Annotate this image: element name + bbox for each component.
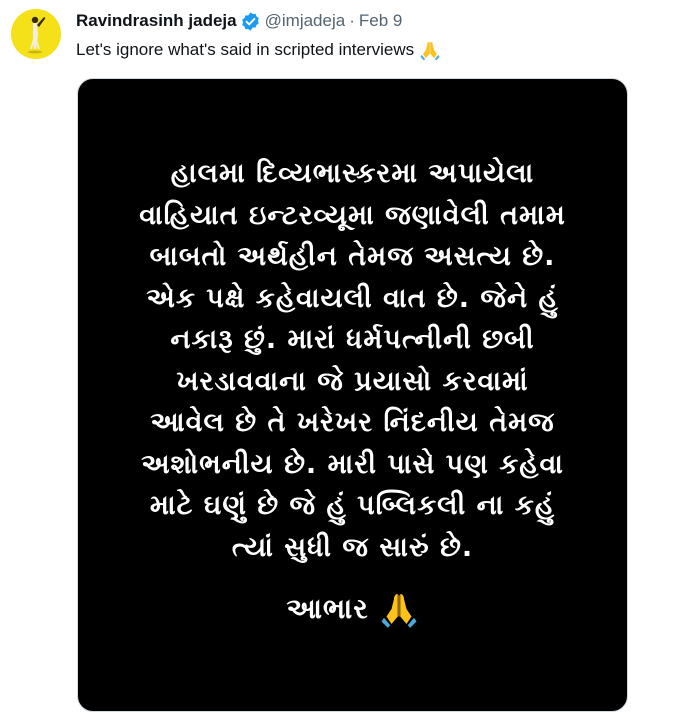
- image-text-line: એક પક્ષે કહેવાયલી વાત છે. જેને હું: [146, 282, 559, 314]
- image-text-line: બાબતો અર્થહીન તેમજ અસત્ય છે.: [149, 241, 556, 272]
- display-name[interactable]: Ravindrasinh jadeja: [76, 9, 237, 33]
- image-thanks: આભાર: [78, 589, 627, 629]
- pray-emoji-icon: [419, 39, 441, 61]
- image-text-line: ખરડાવવાના જે પ્રયાસો કરવામાં: [176, 365, 529, 397]
- image-text-line: આવેલ છે તે ખરેખર નિંદનીય તેમજ: [150, 407, 555, 438]
- image-text-line: હાલમા દિવ્યભાસ્કરમા અપાયેલા: [170, 158, 535, 189]
- tweet-text: Let's ignore what's said in scripted int…: [76, 37, 441, 63]
- separator-dot: ·: [349, 11, 355, 30]
- pray-emoji-icon: [379, 589, 419, 629]
- user-handle[interactable]: @imjadeja: [265, 9, 346, 33]
- image-text-line: માટે ઘણું છે જે હું પબ્લિકલી ના કહું: [149, 490, 556, 521]
- image-text-line: ત્યાં સુધી જ સારું છે.: [231, 531, 474, 563]
- avatar-icon: [11, 9, 61, 59]
- tweet-image[interactable]: હાલમા દિવ્યભાસ્કરમા અપાયેલા વાહિયાત ઇન્ટ…: [77, 78, 628, 712]
- avatar[interactable]: [11, 9, 61, 59]
- verified-badge-icon[interactable]: [240, 11, 261, 32]
- image-text-line: વાહિયાત ઇન્ટરવ્યૂમા જણાવેલી તમામ: [139, 199, 566, 231]
- tweet-header: Ravindrasinh jadeja @imjadeja · Feb 9: [76, 9, 402, 33]
- image-text-line: નકારૂ છું. મારાં ધર્મપત્નીની છબી: [170, 324, 535, 355]
- tweet-date[interactable]: Feb 9: [359, 9, 402, 33]
- tweet[interactable]: Ravindrasinh jadeja @imjadeja · Feb 9 Le…: [0, 0, 698, 724]
- image-text-line: અશોભનીય છે. મારી પાસે પણ કહેવા: [141, 448, 564, 480]
- tweet-text-content: Let's ignore what's said in scripted int…: [76, 40, 415, 59]
- thanks-text: આભાર: [286, 592, 369, 625]
- image-statement: હાલમા દિવ્યભાસ્કરમા અપાયેલા વાહિયાત ઇન્ટ…: [78, 153, 627, 568]
